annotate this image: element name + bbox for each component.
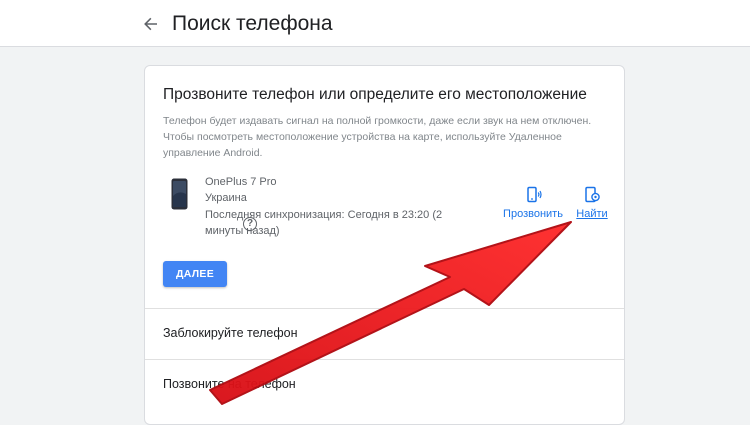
top-bar: Поиск телефона [0, 0, 750, 47]
phone-locate-icon [585, 186, 600, 203]
device-country: Украина [205, 192, 247, 204]
lock-phone-row[interactable]: Заблокируйте телефон [163, 326, 298, 340]
find-button[interactable]: Найти [573, 186, 611, 220]
divider [145, 308, 624, 309]
find-label: Найти [576, 208, 608, 220]
card-description: Телефон будет издавать сигнал на полной … [163, 115, 592, 159]
ring-label: Прозвонить [503, 208, 563, 220]
device-name: OnePlus 7 Pro [205, 176, 277, 188]
card-title: Прозвоните телефон или определите его ме… [163, 86, 587, 103]
ring-button[interactable]: Прозвонить [501, 186, 565, 220]
next-button[interactable]: ДАЛЕЕ [163, 261, 227, 287]
divider [145, 359, 624, 360]
phone-ring-icon [527, 186, 542, 203]
back-button[interactable] [138, 11, 164, 37]
phone-device-icon [171, 178, 188, 210]
page-title: Поиск телефона [172, 12, 333, 35]
call-phone-row[interactable]: Позвоните на телефон [163, 377, 296, 391]
help-icon[interactable]: ? [243, 217, 257, 231]
arrow-back-icon [144, 17, 157, 31]
find-phone-card: Прозвоните телефон или определите его ме… [144, 65, 625, 425]
